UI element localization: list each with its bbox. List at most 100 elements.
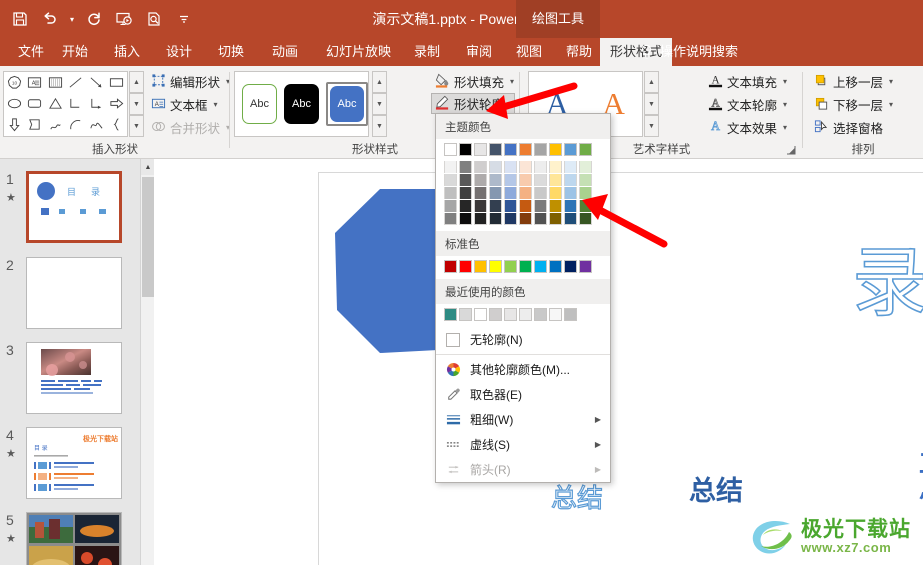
recent-color-gray6[interactable]: [549, 308, 562, 321]
tab-record[interactable]: 录制: [404, 38, 450, 66]
theme-color-lightblue[interactable]: [564, 143, 577, 156]
gallery-scroll-down-icon[interactable]: ▼: [129, 93, 144, 115]
theme-color-darkbluegray[interactable]: [489, 143, 502, 156]
theme-color-black[interactable]: [459, 143, 472, 156]
rounded-rectangle-shape-icon[interactable]: [27, 96, 42, 111]
standard-color-darkblue[interactable]: [564, 260, 577, 273]
style-scroll-up-icon[interactable]: ▲: [372, 71, 387, 93]
standard-color-purple[interactable]: [579, 260, 592, 273]
undo-dropdown-icon[interactable]: ▾: [66, 6, 78, 32]
gallery-more-icon[interactable]: ▼: [129, 115, 144, 137]
theme-color-black-l5[interactable]: [459, 213, 472, 225]
slide-thumbnail-5[interactable]: 5 ★: [0, 512, 140, 565]
shape-gallery-scroll[interactable]: ▲ ▼ ▼: [129, 71, 144, 137]
theme-color-gold[interactable]: [549, 143, 562, 156]
wordart-more-icon[interactable]: ▼: [644, 115, 659, 137]
gallery-scroll-up-icon[interactable]: ▲: [129, 71, 144, 93]
tab-design[interactable]: 设计: [156, 38, 202, 66]
theme-color-column-8[interactable]: [549, 143, 562, 225]
chevron-down-icon[interactable]: ▾: [510, 77, 514, 86]
shape-style-thumb-black[interactable]: Abc: [284, 84, 319, 124]
shape-outline-button[interactable]: 形状轮廓 ▾: [431, 93, 515, 114]
shape-style-thumb-blue-selected[interactable]: Abc: [326, 82, 368, 126]
dashes-menu-item[interactable]: 虚线(S) ▶: [436, 432, 610, 457]
tab-view[interactable]: 视图: [506, 38, 552, 66]
down-arrow-shape-icon[interactable]: [7, 117, 22, 132]
weight-menu-item[interactable]: 粗细(W) ▶: [436, 407, 610, 432]
theme-color-gray-l2[interactable]: [534, 174, 547, 186]
theme-color-blue-l4[interactable]: [504, 200, 517, 212]
style-more-icon[interactable]: ▼: [372, 115, 387, 137]
vertical-text-shape-icon[interactable]: [48, 75, 63, 90]
rectangle-shape-icon[interactable]: [109, 75, 124, 90]
tab-transitions[interactable]: 切换: [208, 38, 254, 66]
shape-style-gallery-scroll[interactable]: ▲ ▼ ▼: [372, 71, 387, 137]
theme-color-blue[interactable]: [504, 143, 517, 156]
theme-color-green-l1[interactable]: [579, 161, 592, 173]
more-outline-colors-menu-item[interactable]: 其他轮廓颜色(M)...: [436, 357, 610, 382]
slide-preview[interactable]: [26, 512, 122, 565]
theme-color-gray-l4[interactable]: [534, 200, 547, 212]
chevron-down-icon[interactable]: ▾: [889, 100, 893, 109]
theme-color-blue-l2[interactable]: [504, 174, 517, 186]
theme-color-green-l4[interactable]: [579, 200, 592, 212]
elbow-arrow-connector-shape-icon[interactable]: [89, 96, 104, 111]
theme-color-gold-l4[interactable]: [549, 200, 562, 212]
standard-color-orange[interactable]: [474, 260, 487, 273]
shape-fill-button[interactable]: 形状填充 ▾: [432, 71, 517, 92]
slide-preview[interactable]: [26, 342, 122, 414]
shape-gallery[interactable]: 10 A: [3, 71, 128, 137]
scroll-up-icon[interactable]: ▲: [141, 159, 155, 175]
slide-thumbnail-1[interactable]: 1 ★ 目 录: [0, 171, 140, 249]
theme-color-lightgray-l2[interactable]: [474, 174, 487, 186]
curve-shape-icon[interactable]: [89, 117, 104, 132]
tab-help[interactable]: 帮助: [556, 38, 602, 66]
theme-color-orange-l1[interactable]: [519, 161, 532, 173]
theme-color-orange-l2[interactable]: [519, 174, 532, 186]
shape-style-thumb-outline[interactable]: Abc: [242, 84, 278, 124]
theme-color-lightblue-l1[interactable]: [564, 161, 577, 173]
start-slideshow-icon[interactable]: [110, 6, 138, 32]
standard-color-lightgreen[interactable]: [504, 260, 517, 273]
wordart-dialog-launcher[interactable]: [786, 145, 797, 156]
theme-color-gold-l1[interactable]: [549, 161, 562, 173]
standard-color-green[interactable]: [519, 260, 532, 273]
recent-colors-row[interactable]: [436, 304, 610, 327]
chevron-down-icon[interactable]: ▾: [783, 123, 787, 132]
theme-color-lightblue-l2[interactable]: [564, 174, 577, 186]
text-fill-button[interactable]: A 文本填充 ▾: [705, 71, 790, 92]
theme-color-black-l4[interactable]: [459, 200, 472, 212]
theme-color-column-6[interactable]: [519, 143, 532, 225]
wordart-scroll-down-icon[interactable]: ▼: [644, 93, 659, 115]
standard-color-red[interactable]: [459, 260, 472, 273]
theme-color-orange-l5[interactable]: [519, 213, 532, 225]
theme-color-black-l3[interactable]: [459, 187, 472, 199]
theme-color-white-l4[interactable]: [444, 200, 457, 212]
arc-shape-icon[interactable]: [68, 117, 83, 132]
tell-me-search[interactable]: 操作说明搜索: [632, 38, 750, 66]
line-shape-icon[interactable]: [68, 75, 83, 90]
theme-color-gray-l1[interactable]: [534, 161, 547, 173]
recent-color-gray5[interactable]: [534, 308, 547, 321]
tab-home[interactable]: 开始: [52, 38, 98, 66]
chevron-down-icon[interactable]: ▾: [214, 100, 218, 109]
theme-color-black-l1[interactable]: [459, 161, 472, 173]
standard-colors-row[interactable]: [436, 256, 610, 279]
slide-surface[interactable]: 录 工作 总结 总结 工作 总结: [318, 172, 923, 565]
theme-color-gray-l3[interactable]: [534, 187, 547, 199]
theme-color-column-9[interactable]: [564, 143, 577, 225]
recent-color-gray2[interactable]: [489, 308, 502, 321]
standard-color-yellow[interactable]: [489, 260, 502, 273]
recent-color-gray7[interactable]: [564, 308, 577, 321]
theme-color-gray-l5[interactable]: [534, 213, 547, 225]
chevron-down-icon[interactable]: ▾: [783, 100, 787, 109]
standard-color-blue[interactable]: [549, 260, 562, 273]
wordart-lu-outline[interactable]: 录: [847, 239, 923, 330]
theme-color-column-3[interactable]: [474, 143, 487, 225]
theme-color-column-2[interactable]: [459, 143, 472, 225]
style-scroll-down-icon[interactable]: ▼: [372, 93, 387, 115]
pentagon-shape-icon[interactable]: [27, 117, 42, 132]
theme-color-blue-l1[interactable]: [504, 161, 517, 173]
slide-thumbnail-3[interactable]: 3: [0, 342, 140, 420]
theme-color-lightblue-l4[interactable]: [564, 200, 577, 212]
